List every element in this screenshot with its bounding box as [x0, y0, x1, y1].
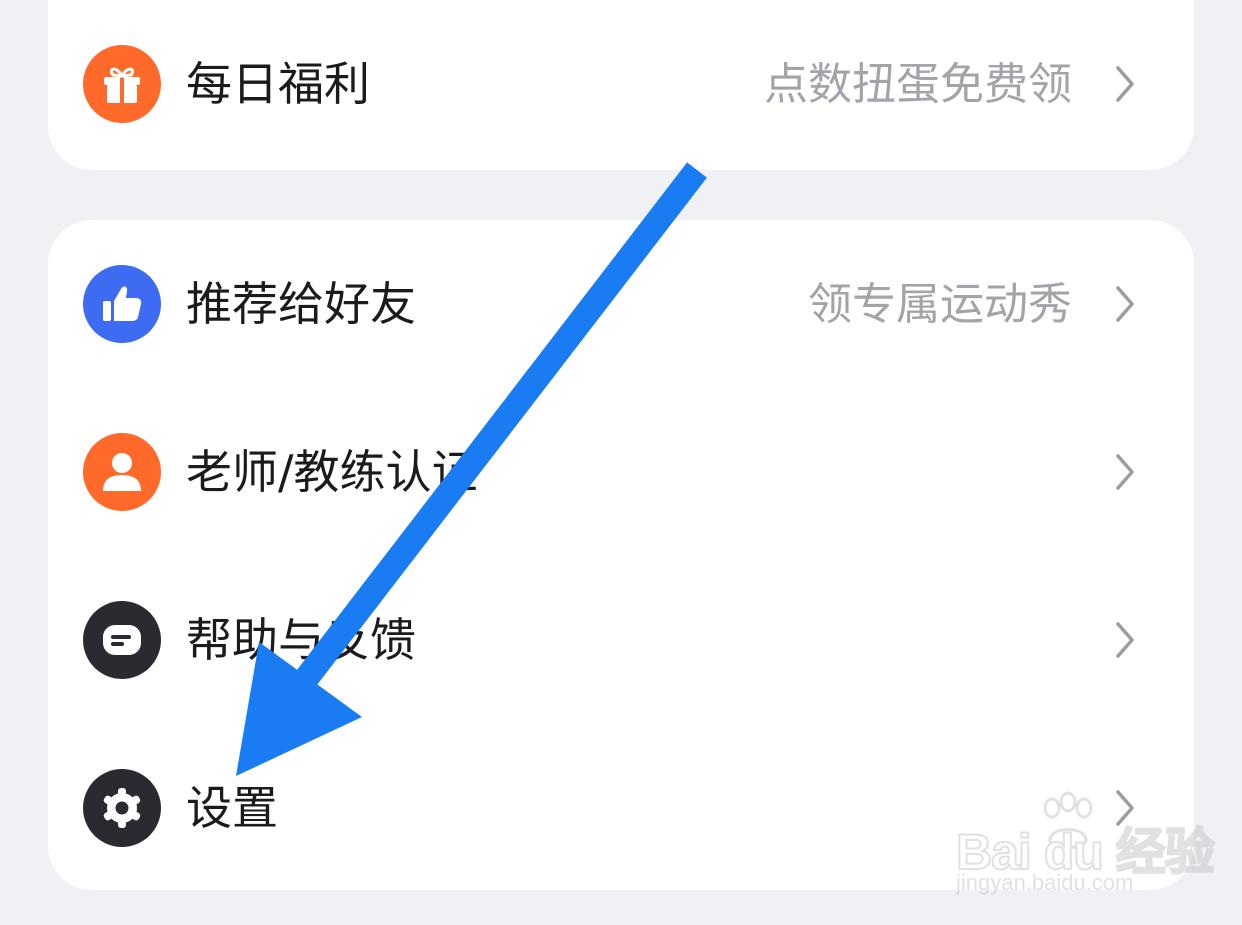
menu-item-label: 推荐给好友: [186, 277, 416, 331]
menu-item-help-feedback[interactable]: 帮助与反馈: [48, 556, 1194, 724]
gift-icon: [83, 45, 161, 123]
daily-bonus-hint: 点数扭蛋免费领: [764, 59, 1072, 110]
menu-item-recommend[interactable]: 推荐给好友 领专属运动秀: [48, 220, 1194, 388]
daily-bonus-card: 每日福利 点数扭蛋免费领: [48, 0, 1194, 170]
watermark-url: jingyan.baidu.com: [956, 870, 1134, 895]
daily-bonus-label: 每日福利: [186, 57, 370, 111]
menu-item-hint: 领专属运动秀: [808, 279, 1072, 330]
daily-bonus-row[interactable]: 每日福利 点数扭蛋免费领: [48, 0, 1194, 168]
menu-item-coach-certification[interactable]: 老师/教练认证: [48, 388, 1194, 556]
chevron-right-icon: [1114, 620, 1136, 660]
menu-item-label: 老师/教练认证: [186, 445, 478, 499]
baidu-watermark: Bai du 经验 jingyan.baidu.com: [948, 790, 1216, 900]
menu-item-label: 帮助与反馈: [186, 613, 416, 667]
message-icon: [83, 601, 161, 679]
person-icon: [83, 433, 161, 511]
menu-item-label: 设置: [186, 781, 278, 835]
chevron-right-icon: [1114, 452, 1136, 492]
thumbs-up-icon: [83, 265, 161, 343]
chevron-right-icon: [1114, 64, 1136, 104]
gear-icon: [83, 769, 161, 847]
chevron-right-icon: [1114, 284, 1136, 324]
